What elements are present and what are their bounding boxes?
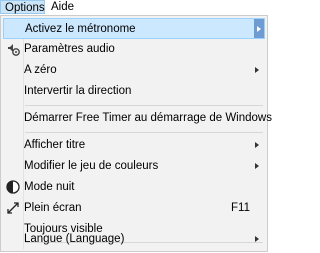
menu-separator (25, 105, 263, 106)
menu-item-label: Paramètres audio (24, 43, 115, 55)
menu-item-language-row[interactable]: Langue (Language) (3, 229, 265, 250)
menu-item-start-with-windows[interactable]: Démarrer Free Timer au démarrage de Wind… (3, 108, 272, 129)
menu-item-label: Démarrer Free Timer au démarrage de Wind… (24, 112, 272, 124)
submenu-arrow-icon (255, 163, 259, 169)
menu-item-audio-settings[interactable]: Paramètres audio (3, 39, 265, 60)
menu-item-color-scheme[interactable]: Modifier le jeu de couleurs (3, 156, 265, 177)
menu-item-label: Intervertir la direction (24, 85, 132, 97)
menu-item-label: Plein écran (24, 202, 82, 214)
menu-item-label: Afficher titre (24, 139, 86, 151)
submenu-arrow-icon (255, 142, 259, 148)
night-mode-icon (5, 179, 21, 195)
submenu-arrow-icon (255, 236, 259, 242)
menu-item-shortcut: F11 (231, 202, 250, 214)
submenu-arrow-box (254, 19, 264, 38)
menu-separator (25, 132, 263, 133)
menu-item-label: Modifier le jeu de couleurs (24, 160, 159, 172)
menu-item-metronome[interactable]: Activez le métronome (3, 18, 265, 39)
menu-item-label: Mode nuit (24, 181, 75, 193)
fullscreen-icon (5, 200, 21, 216)
menu-item-night-mode[interactable]: Mode nuit (3, 177, 265, 198)
menu-item-label: Activez le métronome (25, 23, 136, 35)
menu-aide[interactable]: Aide (47, 0, 85, 14)
menu-item-label: Langue (Language) (24, 233, 125, 245)
menu-options[interactable]: Options (0, 0, 45, 14)
audio-settings-icon (5, 41, 21, 57)
menu-item-fullscreen[interactable]: Plein écran F11 (3, 198, 265, 219)
menu-item-reset[interactable]: A zéro (3, 60, 265, 81)
submenu-arrow-icon (255, 67, 259, 73)
menu-item-show-title[interactable]: Afficher titre (3, 135, 265, 156)
menu-item-reverse-direction[interactable]: Intervertir la direction (3, 81, 265, 102)
submenu-arrow-icon (257, 26, 261, 32)
options-dropdown-menu: Activez le métronome Paramètres audio A … (0, 15, 272, 252)
menu-bar: Options Aide (0, 0, 269, 14)
menu-item-label: A zéro (24, 64, 57, 76)
